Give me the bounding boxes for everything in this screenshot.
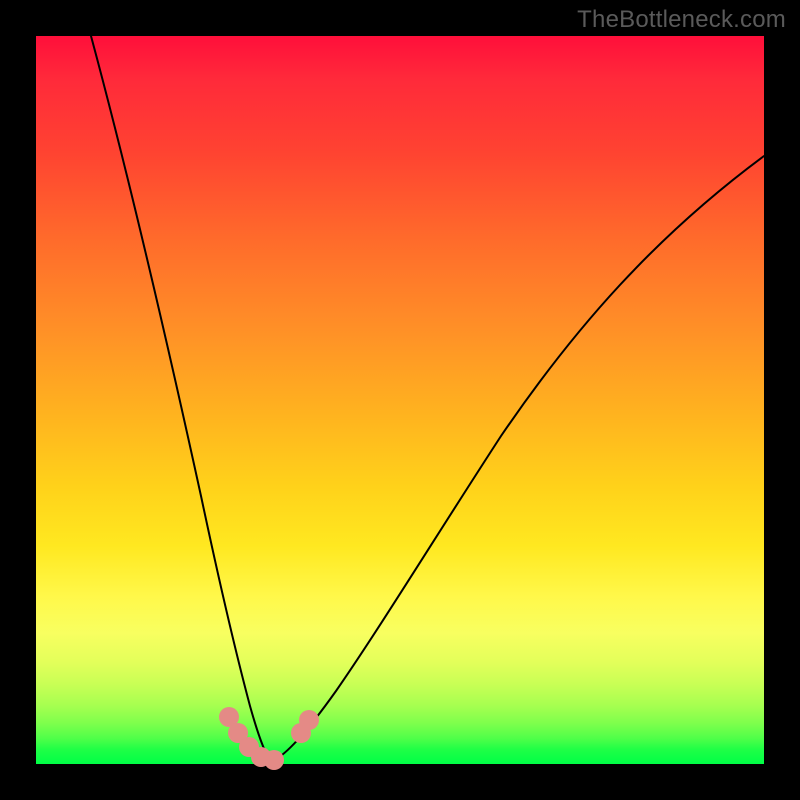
plot-area <box>36 36 764 764</box>
curve-layer <box>36 36 764 764</box>
chart-frame: TheBottleneck.com <box>0 0 800 800</box>
marker-dot <box>264 750 284 770</box>
watermark-text: TheBottleneck.com <box>577 6 786 34</box>
marker-cluster <box>219 707 319 770</box>
curve-left-arm <box>91 36 272 762</box>
curve-right-arm <box>272 156 764 762</box>
marker-dot <box>299 710 319 730</box>
